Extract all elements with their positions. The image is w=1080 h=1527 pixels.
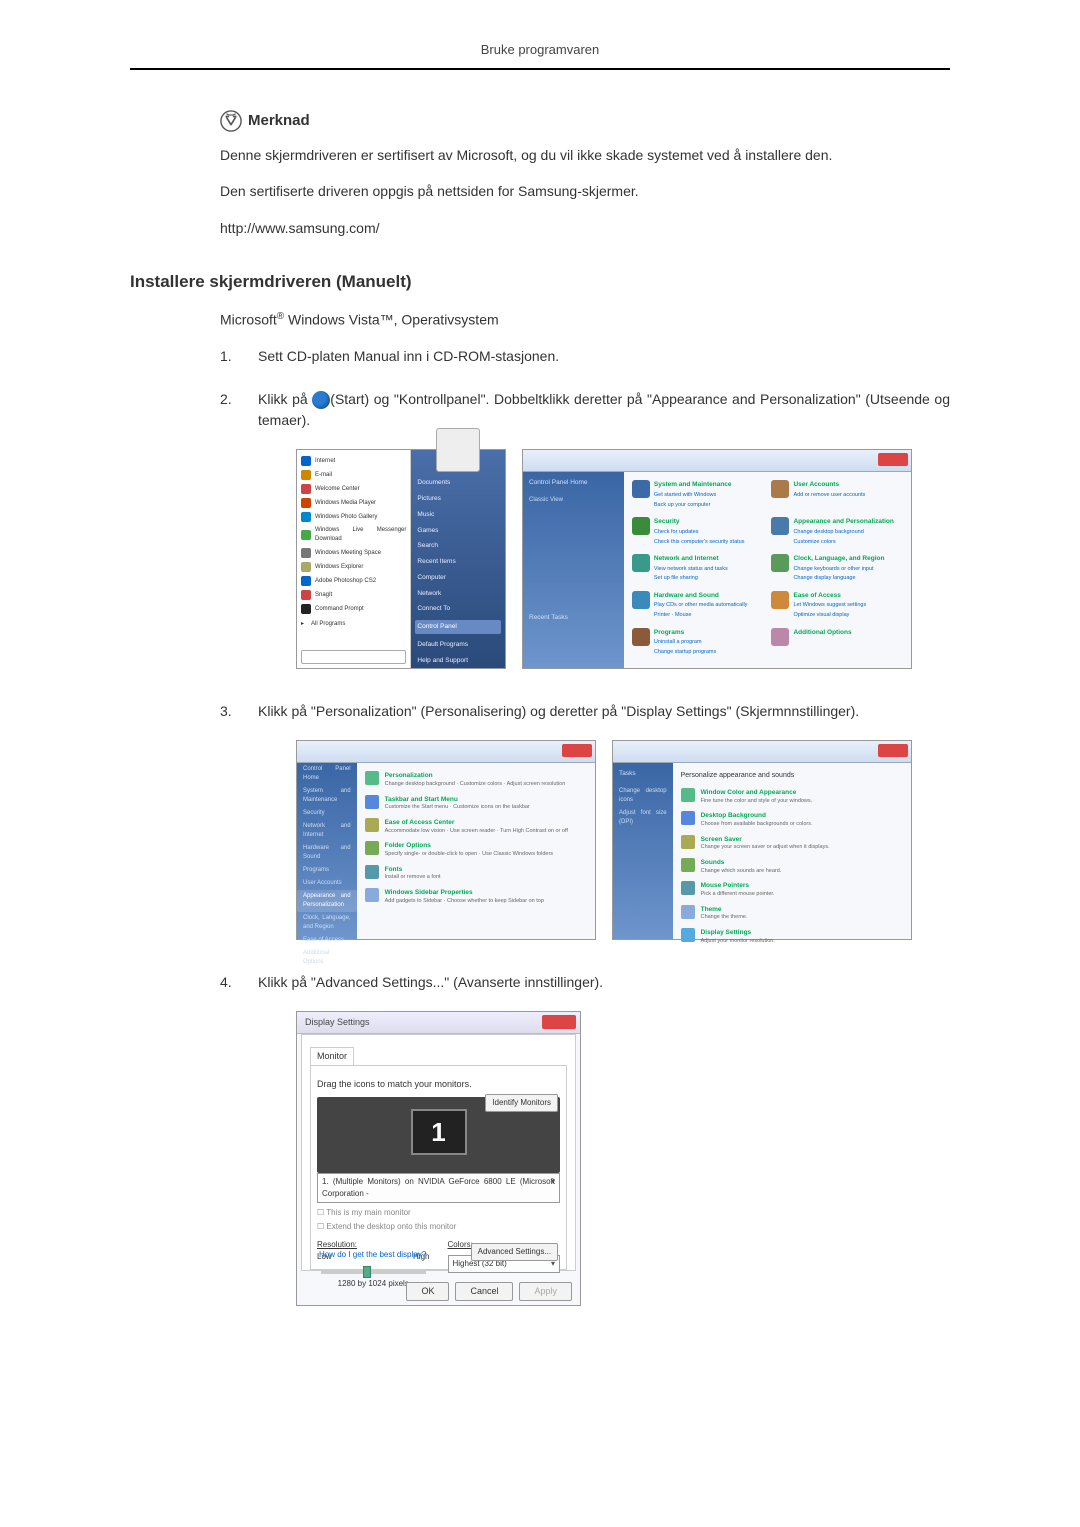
step-number: 1. — [220, 346, 240, 367]
identify-monitors-button[interactable]: Identify Monitors — [485, 1094, 558, 1112]
header-rule — [130, 68, 950, 70]
screenshot-personalization: Tasks Change desktop icons Adjust font s… — [612, 740, 912, 940]
os-line: Microsoft® Windows Vista™, Operativsyste… — [220, 309, 950, 331]
note-icon — [220, 110, 242, 132]
step-2-post: (Start) og "Kontrollpanel". Dobbeltklikk… — [258, 391, 950, 428]
step-number: 4. — [220, 972, 240, 1316]
note-label: Merknad — [248, 110, 310, 133]
extend-desktop-checkbox: ☐ Extend the desktop onto this monitor — [317, 1221, 560, 1233]
tab-monitor[interactable]: Monitor — [310, 1047, 354, 1066]
step-2-text: Klikk på (Start) og "Kontrollpanel". Dob… — [258, 389, 950, 679]
device-select[interactable]: 1. (Multiple Monitors) on NVIDIA GeForce… — [317, 1173, 560, 1203]
step-number: 2. — [220, 389, 240, 679]
section-title: Installere skjermdriveren (Manuelt) — [130, 269, 950, 295]
step-number: 3. — [220, 701, 240, 950]
screenshot-control-panel: Control Panel Home Classic View Recent T… — [522, 449, 912, 669]
step-1-text: Sett CD-platen Manual inn i CD-ROM-stasj… — [258, 346, 950, 367]
monitor-icon[interactable]: 1 — [411, 1109, 467, 1155]
start-orb-icon — [312, 391, 330, 409]
advanced-settings-button[interactable]: Advanced Settings... — [471, 1243, 558, 1261]
page-header: Bruke programvaren — [130, 40, 950, 68]
ok-button[interactable]: OK — [406, 1282, 449, 1302]
screenshot-display-settings: Display Settings Monitor Drag the icons … — [296, 1011, 581, 1306]
main-monitor-checkbox: ☐ This is my main monitor — [317, 1207, 560, 1219]
close-icon[interactable] — [542, 1015, 576, 1029]
step-3-text: Klikk på "Personalization" (Personaliser… — [258, 701, 950, 950]
help-link[interactable]: How do I get the best display? — [319, 1249, 426, 1261]
note-paragraph-2: Den sertifiserte driveren oppgis på nett… — [220, 180, 950, 202]
monitor-instruction: Drag the icons to match your monitors. — [317, 1078, 560, 1092]
resolution-slider[interactable] — [321, 1271, 426, 1274]
step-2-pre: Klikk på — [258, 391, 312, 407]
cancel-button[interactable]: Cancel — [455, 1282, 513, 1302]
step-4-text: Klikk på "Advanced Settings..." (Avanser… — [258, 972, 950, 1316]
note-paragraph-1: Denne skjermdriveren er sertifisert av M… — [220, 144, 950, 166]
screenshot-appearance: Control Panel Home System and Maintenanc… — [296, 740, 596, 940]
note-url: http://www.samsung.com/ — [220, 217, 950, 239]
screenshot-start-menu: Internet E-mail Welcome Center Windows M… — [296, 449, 506, 669]
apply-button: Apply — [519, 1282, 572, 1302]
